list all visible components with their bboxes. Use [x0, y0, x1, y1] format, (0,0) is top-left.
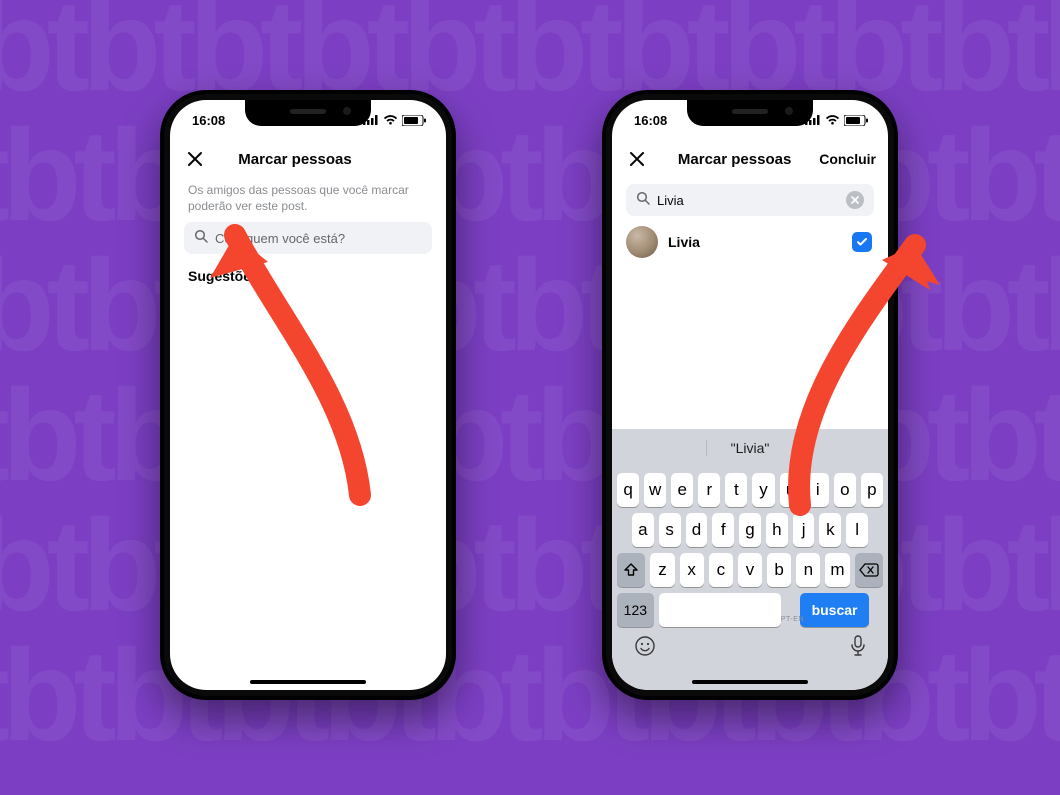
wifi-icon — [825, 115, 840, 125]
dictation-key[interactable] — [850, 635, 866, 662]
shift-key[interactable] — [617, 553, 645, 587]
key-r[interactable]: r — [698, 473, 720, 507]
key-z[interactable]: z — [650, 553, 674, 587]
key-n[interactable]: n — [796, 553, 820, 587]
home-indicator — [692, 680, 808, 684]
search-field[interactable]: Com quem você está? — [184, 222, 432, 254]
key-s[interactable]: s — [659, 513, 681, 547]
key-y[interactable]: y — [752, 473, 774, 507]
nav-bar: Marcar pessoas — [170, 140, 446, 178]
page-title: Marcar pessoas — [650, 151, 819, 168]
avatar — [626, 226, 658, 258]
spacebar-lang-hint: PT-EN — [781, 616, 804, 623]
key-k[interactable]: k — [819, 513, 841, 547]
key-g[interactable]: g — [739, 513, 761, 547]
key-v[interactable]: v — [738, 553, 762, 587]
home-indicator — [250, 680, 366, 684]
close-icon — [187, 151, 203, 167]
battery-icon — [844, 115, 868, 126]
phone-right: 16:08 Marcar pessoas — [602, 90, 898, 700]
shift-icon — [623, 563, 639, 577]
search-icon — [194, 229, 208, 248]
keyboard-row-4: 123 PT-EN buscar — [612, 593, 888, 627]
key-q[interactable]: q — [617, 473, 639, 507]
keyboard-search-key[interactable]: buscar — [800, 593, 869, 627]
key-f[interactable]: f — [712, 513, 734, 547]
key-p[interactable]: p — [861, 473, 883, 507]
key-t[interactable]: t — [725, 473, 747, 507]
emoji-icon — [634, 635, 656, 657]
page-title: Marcar pessoas — [208, 151, 382, 168]
privacy-note: Os amigos das pessoas que você marcar po… — [170, 178, 446, 222]
key-w[interactable]: w — [644, 473, 666, 507]
keyboard-suggestion-bar: "Livia" — [612, 429, 888, 467]
phone-left: 16:08 Marcar pessoas — [160, 90, 456, 700]
keyboard-row-1: qwertyuiop — [612, 473, 888, 507]
battery-icon — [402, 115, 426, 126]
key-e[interactable]: e — [671, 473, 693, 507]
backspace-icon — [859, 563, 879, 577]
close-button[interactable] — [182, 151, 208, 167]
numbers-key[interactable]: 123 — [617, 593, 654, 627]
clear-search-button[interactable] — [846, 191, 864, 209]
key-i[interactable]: i — [807, 473, 829, 507]
wifi-icon — [383, 115, 398, 125]
device-notch — [687, 100, 813, 126]
keyboard-row-2: asdfghjkl — [612, 513, 888, 547]
key-x[interactable]: x — [680, 553, 704, 587]
keyboard-row-3: zxcvbnm — [612, 553, 888, 587]
spacebar-key[interactable] — [659, 593, 781, 627]
section-suggestions: Sugestões — [188, 268, 428, 284]
key-m[interactable]: m — [825, 553, 849, 587]
result-name: Livia — [668, 234, 842, 250]
status-time: 16:08 — [634, 113, 667, 128]
selected-checkbox[interactable] — [852, 232, 872, 252]
key-d[interactable]: d — [686, 513, 708, 547]
key-l[interactable]: l — [846, 513, 868, 547]
device-notch — [245, 100, 371, 126]
done-button[interactable]: Concluir — [819, 151, 876, 167]
virtual-keyboard: "Livia" qwertyuiop asdfghjkl zxcvbnm 123 — [612, 429, 888, 690]
emoji-key[interactable] — [634, 635, 656, 662]
search-value: Livia — [657, 193, 684, 208]
key-u[interactable]: u — [780, 473, 802, 507]
search-icon — [636, 191, 650, 210]
close-icon — [851, 196, 859, 204]
nav-bar: Marcar pessoas Concluir — [612, 140, 888, 178]
microphone-icon — [850, 635, 866, 657]
key-b[interactable]: b — [767, 553, 791, 587]
key-o[interactable]: o — [834, 473, 856, 507]
key-a[interactable]: a — [632, 513, 654, 547]
key-j[interactable]: j — [793, 513, 815, 547]
search-result-row[interactable]: Livia — [612, 216, 888, 268]
status-time: 16:08 — [192, 113, 225, 128]
key-h[interactable]: h — [766, 513, 788, 547]
search-field[interactable]: Livia — [626, 184, 874, 216]
check-icon — [856, 236, 868, 248]
close-button[interactable] — [624, 151, 650, 167]
key-c[interactable]: c — [709, 553, 733, 587]
close-icon — [629, 151, 645, 167]
keyboard-suggestion[interactable]: "Livia" — [706, 440, 794, 456]
backspace-key[interactable] — [855, 553, 883, 587]
search-placeholder: Com quem você está? — [215, 231, 345, 246]
